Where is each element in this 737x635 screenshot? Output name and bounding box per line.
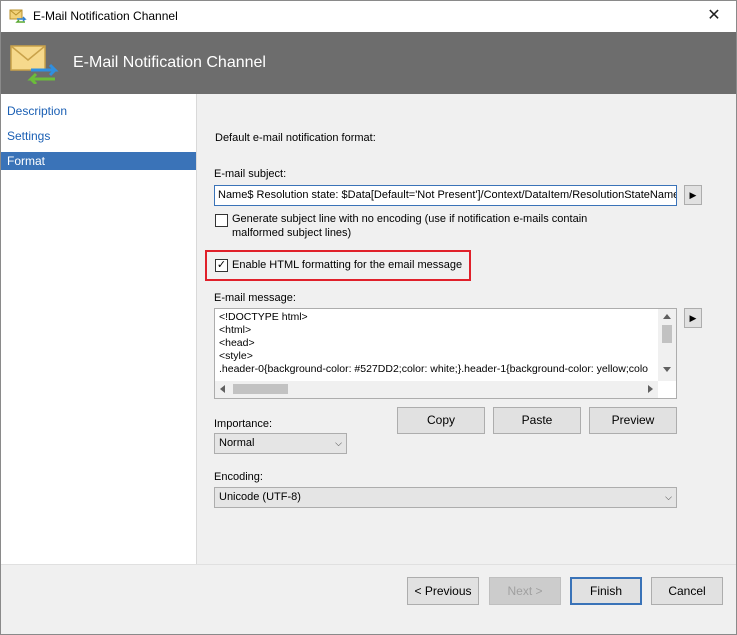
encoding-label: Encoding: bbox=[214, 471, 263, 483]
previous-button[interactable]: < Previous bbox=[407, 577, 479, 605]
importance-label: Importance: bbox=[214, 418, 273, 430]
subject-label: E-mail subject: bbox=[214, 168, 287, 180]
checkmark-icon: ✓ bbox=[216, 259, 227, 271]
encoding-value: Unicode (UTF-8) bbox=[219, 491, 301, 503]
header-banner: E-Mail Notification Channel bbox=[1, 32, 736, 94]
importance-select[interactable]: Normal ⌵ bbox=[214, 433, 347, 454]
sidebar-item-description[interactable]: Description bbox=[1, 102, 196, 120]
html-format-label: Enable HTML formatting for the email mes… bbox=[232, 259, 463, 271]
wizard-footer: < Previous Next > Finish Cancel bbox=[1, 564, 736, 634]
window-title: E-Mail Notification Channel bbox=[33, 9, 178, 23]
html-format-checkbox[interactable]: ✓ bbox=[215, 259, 228, 272]
subject-input[interactable]: Name$ Resolution state: $Data[Default='N… bbox=[214, 185, 677, 206]
cancel-button[interactable]: Cancel bbox=[651, 577, 723, 605]
finish-button[interactable]: Finish bbox=[570, 577, 642, 605]
play-icon: ▶ bbox=[689, 313, 697, 323]
message-line: .header-0{background-color: #527DD2;colo… bbox=[219, 363, 649, 375]
message-label: E-mail message: bbox=[214, 292, 296, 304]
format-heading: Default e-mail notification format: bbox=[215, 132, 376, 144]
play-icon: ▶ bbox=[689, 190, 697, 200]
paste-button[interactable]: Paste bbox=[493, 407, 581, 434]
email-channel-icon bbox=[10, 45, 59, 84]
message-line: <style> bbox=[219, 350, 253, 362]
close-icon[interactable]: ✕ bbox=[696, 1, 732, 31]
encoding-select[interactable]: Unicode (UTF-8) ⌵ bbox=[214, 487, 677, 508]
message-line: <html> bbox=[219, 324, 252, 336]
sidebar-item-settings[interactable]: Settings bbox=[1, 127, 196, 145]
scrollbar-h-arrows-icon bbox=[220, 384, 653, 394]
message-insert-button[interactable]: ▶ bbox=[684, 308, 702, 328]
message-vertical-scrollbar[interactable] bbox=[658, 309, 676, 381]
notification-channel-icon bbox=[9, 9, 27, 23]
message-line: <!DOCTYPE html> bbox=[219, 311, 308, 323]
message-line: <head> bbox=[219, 337, 255, 349]
message-horizontal-scrollbar[interactable] bbox=[215, 381, 658, 398]
wizard-steps: Description Settings Format bbox=[1, 94, 197, 564]
chevron-down-icon: ⌵ bbox=[665, 492, 672, 502]
sidebar-item-format[interactable]: Format bbox=[1, 152, 196, 170]
banner-title: E-Mail Notification Channel bbox=[73, 54, 266, 71]
format-panel: Default e-mail notification format: E-ma… bbox=[197, 94, 736, 564]
dialog-window: E-Mail Notification Channel ✕ E-Mail Not… bbox=[0, 0, 737, 635]
no-encoding-label: Generate subject line with no encoding (… bbox=[232, 213, 588, 239]
next-button[interactable]: Next > bbox=[489, 577, 561, 605]
chevron-down-icon: ⌵ bbox=[335, 438, 342, 448]
importance-value: Normal bbox=[219, 437, 255, 449]
copy-button[interactable]: Copy bbox=[397, 407, 485, 434]
message-textarea[interactable]: <!DOCTYPE html> <html> <head> <style> .h… bbox=[214, 308, 677, 399]
preview-button[interactable]: Preview bbox=[589, 407, 677, 434]
scrollbar-arrows-icon bbox=[662, 314, 672, 372]
title-bar: E-Mail Notification Channel ✕ bbox=[1, 1, 736, 32]
no-encoding-checkbox[interactable] bbox=[215, 214, 228, 227]
subject-insert-button[interactable]: ▶ bbox=[684, 185, 702, 205]
